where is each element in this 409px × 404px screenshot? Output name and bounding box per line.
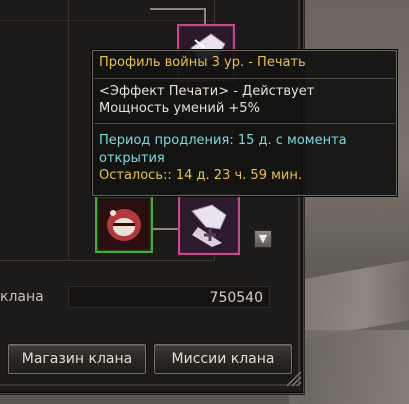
world-stone-lower [299,330,409,404]
clan-stat-row: клана 750540 [0,284,278,312]
skill-slot-roar[interactable] [95,195,153,253]
clan-stat-label: клана [0,289,44,305]
tooltip-period-line2: открытия [99,151,165,166]
clan-stat-value: 750540 [68,286,270,308]
grid-divider [68,0,69,260]
grid-divider [0,20,214,21]
tooltip-period-line1: Период продления: 15 д. с момента [99,133,347,148]
tooltip-effect-line2: Мощность умений +5% [99,101,260,116]
clan-missions-button[interactable]: Миссии клана [154,344,292,374]
seal-scroll-icon [182,197,236,251]
tooltip-divider [94,78,395,79]
skill-link-line [152,228,178,230]
roaring-beast-skill-icon [99,199,149,249]
tooltip-effect-line1: <Эффект Печати> - Действует [99,84,315,99]
skill-slot-seal[interactable] [178,193,240,255]
tooltip-title: Профиль войны 3 ур. - Печать [99,55,306,70]
skill-link-line [150,8,206,10]
window-resize-corner[interactable] [285,370,303,388]
tooltip-divider [94,123,395,124]
skill-tooltip: Профиль войны 3 ур. - Печать <Эффект Печ… [92,50,397,196]
tooltip-remaining: Осталось:: 14 д. 23 ч. 59 мин. [99,168,302,183]
clan-shop-button[interactable]: Магазин клана [8,344,146,374]
arrow-down-icon[interactable]: ▼ [254,230,272,248]
